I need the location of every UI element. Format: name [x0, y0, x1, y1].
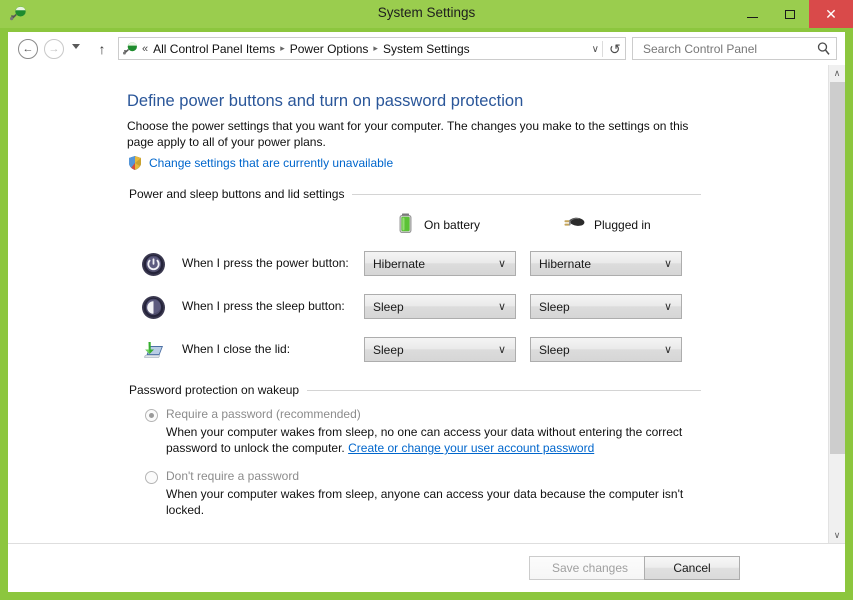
power-group-header: Power and sleep buttons and lid settings	[129, 187, 701, 201]
breadcrumb-all-control-panel-items[interactable]: All Control Panel Items	[153, 42, 275, 56]
select-value: Sleep	[539, 342, 570, 357]
shield-icon	[127, 155, 143, 171]
window-controls: ✕	[733, 0, 853, 28]
maximize-button[interactable]	[771, 0, 809, 28]
select-value: Hibernate	[539, 256, 592, 271]
setting-row-label: When I press the power button:	[182, 256, 349, 270]
breadcrumb-overflow-icon[interactable]: «	[142, 43, 148, 55]
dont-require-password-description: When your computer wakes from sleep, any…	[166, 487, 684, 517]
column-plugged-in: Plugged in	[560, 212, 651, 237]
chevron-down-icon: ∨	[663, 258, 672, 270]
dont-require-password-row[interactable]: Don't require a password	[145, 469, 705, 484]
require-password-label: Require a password (recommended)	[166, 407, 361, 421]
laptop-lid-icon	[141, 338, 166, 363]
power-group-header-label: Power and sleep buttons and lid settings	[129, 187, 345, 201]
password-group-header-label: Password protection on wakeup	[129, 383, 300, 397]
chevron-down-icon: ∨	[663, 301, 672, 313]
search-icon[interactable]	[816, 41, 832, 57]
close-lid-on-battery-select[interactable]: Sleep ∨	[364, 337, 516, 362]
page-description: Choose the power settings that you want …	[127, 119, 689, 149]
setting-row-label: When I close the lid:	[182, 342, 291, 356]
select-value: Sleep	[539, 299, 570, 314]
maximize-icon	[785, 9, 795, 19]
dont-require-password-radio[interactable]	[145, 471, 158, 484]
title-bar: System Settings ✕	[0, 0, 853, 28]
chevron-down-icon: ∨	[497, 301, 506, 313]
page-title: Define power buttons and turn on passwor…	[127, 92, 524, 110]
system-settings-window: System Settings ✕ ← → ↑ « All Control Pa…	[0, 0, 853, 600]
scroll-up-icon[interactable]: ∧	[829, 65, 845, 82]
close-button[interactable]: ✕	[809, 0, 853, 28]
save-changes-button[interactable]: Save changes	[529, 556, 651, 580]
search-box[interactable]	[632, 37, 837, 60]
breadcrumb-power-options[interactable]: Power Options	[290, 42, 369, 56]
search-input[interactable]	[641, 40, 816, 57]
forward-arrow-icon[interactable]: →	[44, 39, 64, 59]
column-on-battery: On battery	[396, 212, 480, 237]
address-divider	[602, 41, 603, 57]
close-lid-plugged-in-select[interactable]: Sleep ∨	[530, 337, 682, 362]
dont-require-password-label: Don't require a password	[166, 469, 300, 483]
change-unavailable-settings-link[interactable]: Change settings that are currently unava…	[127, 155, 393, 171]
breadcrumb-system-settings[interactable]: System Settings	[383, 42, 470, 56]
recent-locations-icon[interactable]	[72, 44, 80, 49]
address-bar[interactable]: « All Control Panel Items ▸ Power Option…	[118, 37, 626, 60]
sleep-button-icon	[141, 295, 166, 320]
chevron-down-icon: ∨	[663, 344, 672, 356]
navigation-bar: ← → ↑ « All Control Panel Items ▸ Power …	[8, 32, 845, 65]
breadcrumb-separator-icon[interactable]: ▸	[373, 43, 378, 54]
up-arrow-icon[interactable]: ↑	[94, 40, 110, 58]
refresh-icon[interactable]: ↻	[609, 41, 621, 58]
setting-row-label: When I press the sleep button:	[182, 299, 345, 313]
power-plug-icon	[123, 41, 139, 57]
battery-icon	[396, 212, 416, 237]
chevron-down-icon: ∨	[497, 258, 506, 270]
chevron-down-icon: ∨	[497, 344, 506, 356]
power-button-plugged-in-select[interactable]: Hibernate ∨	[530, 251, 682, 276]
select-value: Sleep	[373, 342, 404, 357]
dont-require-password-option[interactable]: Don't require a password When your compu…	[145, 469, 705, 518]
group-divider	[307, 389, 701, 391]
require-password-radio[interactable]	[145, 409, 158, 422]
setting-row: When I close the lid: Sleep ∨ Sleep ∨	[0, 337, 837, 365]
column-headers: On battery Plugged in	[0, 212, 837, 236]
sleep-button-on-battery-select[interactable]: Sleep ∨	[364, 294, 516, 319]
scroll-down-icon[interactable]: ∨	[829, 527, 845, 544]
require-password-description: When your computer wakes from sleep, no …	[166, 424, 706, 456]
back-arrow-icon[interactable]: ←	[18, 39, 38, 59]
create-change-password-link[interactable]: Create or change your user account passw…	[348, 441, 594, 455]
select-value: Sleep	[373, 299, 404, 314]
column-plugged-in-label: Plugged in	[594, 217, 651, 232]
window-title: System Settings	[377, 5, 476, 20]
group-divider	[352, 193, 701, 195]
power-button-icon	[141, 252, 166, 277]
require-password-row[interactable]: Require a password (recommended)	[145, 407, 705, 422]
minimize-icon	[746, 17, 758, 18]
breadcrumb-separator-icon[interactable]: ▸	[280, 43, 285, 54]
minimize-button[interactable]	[733, 0, 771, 28]
power-plug-icon	[560, 212, 586, 237]
setting-row: When I press the power button: Hibernate…	[0, 251, 837, 279]
password-group-header: Password protection on wakeup	[129, 383, 701, 397]
sleep-button-plugged-in-select[interactable]: Sleep ∨	[530, 294, 682, 319]
chevron-down-icon[interactable]: ∨	[592, 44, 599, 55]
power-button-on-battery-select[interactable]: Hibernate ∨	[364, 251, 516, 276]
select-value: Hibernate	[373, 256, 426, 271]
uac-link-label[interactable]: Change settings that are currently unava…	[149, 156, 393, 170]
cancel-button[interactable]: Cancel	[644, 556, 740, 580]
footer-bar: Save changes Cancel	[8, 543, 845, 592]
setting-row: When I press the sleep button: Sleep ∨ S…	[0, 294, 837, 322]
column-on-battery-label: On battery	[424, 217, 481, 232]
require-password-option[interactable]: Require a password (recommended) When yo…	[145, 407, 705, 456]
